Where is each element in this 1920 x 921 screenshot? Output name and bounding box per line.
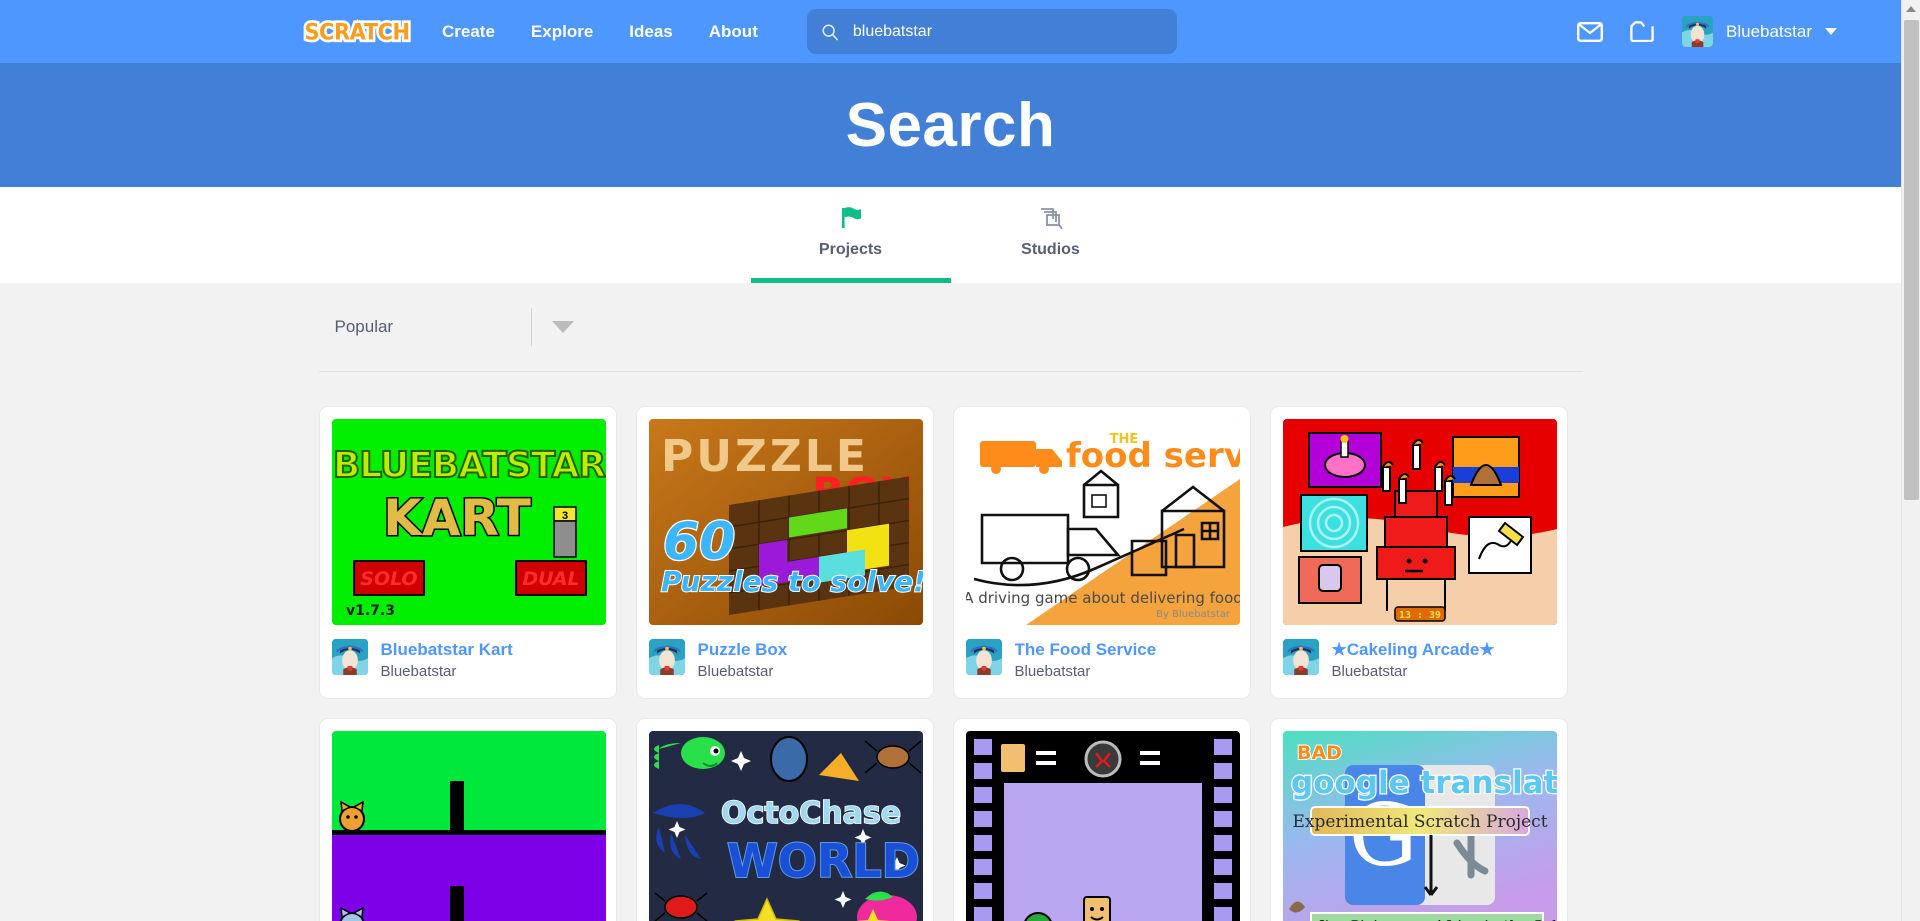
- page-banner: Search: [0, 63, 1901, 187]
- avatar: [1282, 639, 1319, 675]
- thumb-button-right: DUAL: [522, 568, 579, 590]
- project-thumbnail: [331, 731, 606, 921]
- sort-row: Popular: [318, 283, 1583, 372]
- tab-studios-label: Studios: [1021, 240, 1080, 258]
- project-card[interactable]: THE food service: [952, 406, 1251, 699]
- project-author[interactable]: Bluebatstar: [698, 663, 788, 680]
- project-thumbnail: G BAD google translator Experimental Scr…: [1282, 731, 1557, 921]
- svg-text:3: 3: [561, 510, 567, 522]
- thumb-title-main: KART: [383, 489, 531, 547]
- search-box[interactable]: [806, 9, 1177, 54]
- envelope-icon: [1577, 21, 1603, 42]
- avatar-image: [1682, 16, 1713, 47]
- page-scroll-container: SCRATCH Create Explore Ideas About blueb…: [0, 0, 1901, 921]
- account-menu[interactable]: Bluebatstar: [1668, 0, 1847, 63]
- page-scrollbar[interactable]: [1901, 0, 1920, 921]
- thumb-label-small: BAD: [1297, 742, 1342, 764]
- tab-studios[interactable]: Studios: [951, 187, 1151, 283]
- page-title: Search: [845, 90, 1056, 160]
- thumb-timer: 13 : 39: [1398, 610, 1440, 621]
- project-title[interactable]: Puzzle Box: [698, 639, 788, 660]
- nav-right-group: Bluebatstar: [1564, 0, 1901, 63]
- project-title[interactable]: Bluebatstar Kart: [381, 639, 513, 660]
- thumb-title-main: WORLD: [727, 834, 920, 888]
- search-icon: [822, 23, 838, 40]
- thumb-tagline: A driving game about delivering food: [966, 589, 1240, 607]
- search-input[interactable]: [852, 22, 1163, 41]
- browser-viewport: SCRATCH Create Explore Ideas About blueb…: [0, 0, 1920, 921]
- green-flag-icon: [839, 206, 863, 232]
- project-card-info: Bluebatstar Kart Bluebatstar: [331, 639, 604, 686]
- project-card-info: ★Cakeling Arcade★ Bluebatstar: [1282, 639, 1555, 686]
- scratch-logo[interactable]: SCRATCH: [302, 14, 413, 49]
- thumb-title-top: BLUEBATSTAR: [332, 445, 605, 486]
- avatar: [648, 639, 685, 675]
- scrollbar-up-button[interactable]: [1902, 0, 1920, 18]
- project-author[interactable]: Bluebatstar: [1332, 663, 1495, 680]
- triangle-down-icon: [551, 321, 574, 333]
- thumb-label-main: food service: [1066, 436, 1240, 476]
- thumb-caption: I'm Giving you Africa in the Sahara: [1319, 917, 1557, 921]
- project-card-info: The Food Service Bluebatstar: [965, 639, 1238, 686]
- project-card[interactable]: OctoChase WORLD 5 Year Anniversary Game!: [635, 718, 934, 921]
- project-title[interactable]: ★Cakeling Arcade★: [1332, 639, 1495, 660]
- project-thumbnail: BLUEBATSTAR KART 3 SOLO DUAL v1.7.3: [331, 419, 606, 625]
- thumb-label-main: google translator: [1291, 765, 1557, 801]
- thumb-banner-text: Experimental Scratch Project: [1292, 812, 1547, 832]
- sort-caret-wrap[interactable]: [532, 321, 594, 333]
- project-thumbnail: THE food service: [965, 419, 1240, 625]
- thumb-subtitle: Puzzles to solve!: [661, 565, 923, 598]
- thumb-version: v1.7.3: [346, 603, 395, 619]
- project-card[interactable]: 13 : 39 ★Cakeling Arcade★ Bluebatstar: [1269, 406, 1568, 699]
- nav-link-ideas[interactable]: Ideas: [611, 0, 690, 63]
- nav-link-explore[interactable]: Explore: [513, 0, 611, 63]
- folder-icon: [1630, 21, 1654, 42]
- project-thumbnail: OctoChase WORLD 5 Year Anniversary Game!: [648, 731, 923, 921]
- account-name: Bluebatstar: [1726, 21, 1812, 41]
- triangle-up-icon: [1906, 6, 1916, 12]
- search-tabs: Projects Studios: [0, 187, 1901, 283]
- project-card[interactable]: G BAD google translator Experimental Scr…: [1269, 718, 1568, 921]
- nav-link-create[interactable]: Create: [424, 0, 513, 63]
- project-author[interactable]: Bluebatstar: [1015, 663, 1157, 680]
- thumb-byline: By Bluebatstar: [1156, 609, 1231, 620]
- thumb-title-top: OctoChase: [721, 796, 901, 831]
- project-card-info: Puzzle Box Bluebatstar: [648, 639, 921, 686]
- thumb-count: 60: [663, 512, 735, 572]
- search-results-area: Popular BLUEBATSTAR KART 3 SOLO DUAL v1.…: [0, 283, 1901, 921]
- nav-link-about[interactable]: About: [691, 0, 776, 63]
- chevron-down-icon: [1825, 28, 1837, 35]
- sort-dropdown[interactable]: Popular: [319, 304, 594, 350]
- project-card[interactable]: [318, 718, 617, 921]
- nav-links: Create Explore Ideas About: [424, 0, 776, 63]
- studios-stack-icon: [1038, 206, 1064, 232]
- avatar: [1682, 16, 1713, 47]
- project-card[interactable]: PUZZLE BOX: [635, 406, 934, 699]
- project-thumbnail: 13 : 39: [1282, 419, 1557, 625]
- my-stuff-button[interactable]: [1616, 0, 1668, 63]
- sort-selected-value: Popular: [334, 317, 394, 336]
- project-card[interactable]: [952, 718, 1251, 921]
- project-thumbnail: [965, 731, 1240, 921]
- project-title[interactable]: The Food Service: [1015, 639, 1157, 660]
- project-grid: BLUEBATSTAR KART 3 SOLO DUAL v1.7.3 Blue…: [318, 372, 1583, 921]
- project-thumbnail: PUZZLE BOX: [648, 419, 923, 625]
- project-card[interactable]: BLUEBATSTAR KART 3 SOLO DUAL v1.7.3 Blue…: [318, 406, 617, 699]
- tab-projects[interactable]: Projects: [750, 187, 951, 283]
- tab-projects-label: Projects: [818, 240, 883, 258]
- avatar: [331, 639, 368, 675]
- project-author[interactable]: Bluebatstar: [381, 663, 513, 680]
- messages-button[interactable]: [1564, 0, 1616, 63]
- thumb-button-left: SOLO: [360, 568, 417, 590]
- avatar: [965, 639, 1002, 675]
- scrollbar-thumb[interactable]: [1904, 20, 1919, 500]
- site-navbar: SCRATCH Create Explore Ideas About blueb…: [0, 0, 1901, 63]
